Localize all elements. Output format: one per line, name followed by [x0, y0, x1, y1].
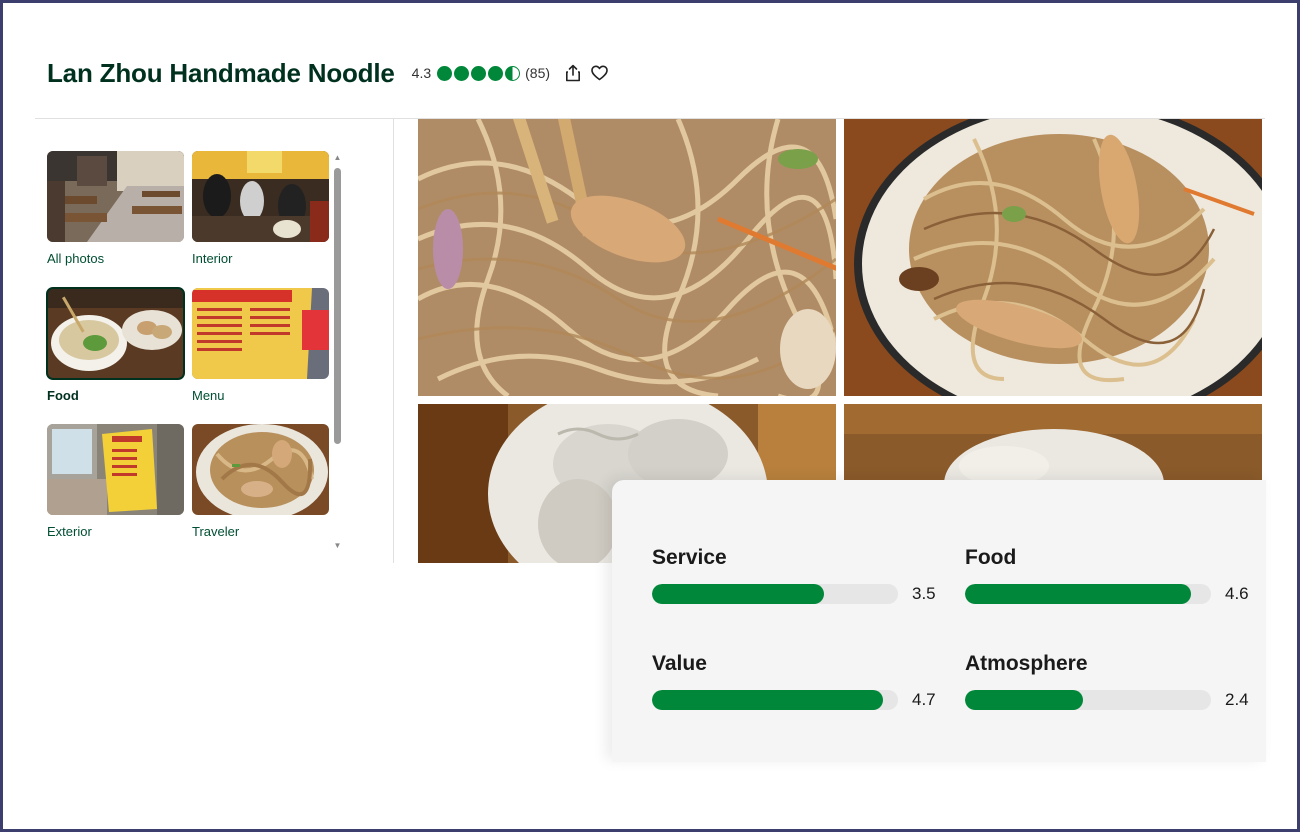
category-thumbnail [192, 424, 329, 515]
scroll-up-icon[interactable]: ▲ [333, 154, 342, 162]
ratings-summary-card: Service 3.5 Food 4.6 Value 4.7 Atmospher… [612, 480, 1266, 762]
rating-bar [965, 690, 1211, 710]
metric-label: Service [652, 546, 727, 569]
category-traveler[interactable]: Traveler [192, 424, 329, 539]
category-thumbnail [47, 151, 184, 242]
scroll-down-icon[interactable]: ▼ [333, 542, 342, 550]
review-count[interactable]: (85) [525, 65, 550, 81]
rating-metric-value: Value 4.7 [652, 652, 942, 710]
rating-bar-fill [652, 584, 825, 604]
metric-value: 4.6 [1225, 584, 1249, 603]
food-photo[interactable] [844, 404, 1262, 480]
category-food[interactable]: Food [46, 287, 185, 403]
rating-metric-atmosphere: Atmosphere 2.4 [965, 652, 1255, 710]
metric-label: Value [652, 652, 707, 675]
rating-metric-food: Food 4.6 [965, 546, 1255, 604]
rating-bar-fill [965, 584, 1192, 604]
scrollbar-thumb[interactable] [334, 168, 341, 444]
category-label: All photos [47, 251, 105, 266]
metric-label: Food [965, 546, 1017, 569]
food-photo[interactable] [418, 119, 836, 396]
half-bubble-icon [505, 65, 521, 81]
metric-value: 4.7 [912, 690, 936, 709]
category-thumbnail [46, 287, 185, 380]
bubble-icon [488, 65, 504, 81]
category-label: Traveler [192, 524, 240, 539]
category-thumbnail [192, 151, 329, 242]
rating-bar [965, 584, 1211, 604]
heart-icon[interactable] [590, 64, 608, 82]
category-label: Menu [192, 388, 225, 403]
category-scrollbar[interactable]: ▲ ▼ [333, 154, 342, 550]
category-exterior[interactable]: Exterior [47, 424, 184, 539]
bubble-icon [454, 65, 470, 81]
category-label: Food [47, 388, 79, 403]
sidebar-divider [393, 119, 394, 563]
rating-score: 4.3 [411, 65, 432, 81]
rating-bar [652, 584, 898, 604]
rating-metric-service: Service 3.5 [652, 546, 942, 604]
category-menu[interactable]: Menu [192, 288, 329, 403]
rating-bar-fill [652, 690, 884, 710]
bubble-icon [471, 65, 487, 81]
metric-value: 2.4 [1225, 690, 1249, 709]
rating-bubbles [437, 65, 521, 81]
category-label: Exterior [47, 524, 92, 539]
restaurant-header: Lan Zhou Handmade Noodle 4.3 (85) [47, 55, 608, 91]
category-label: Interior [192, 251, 233, 266]
food-photo[interactable] [844, 119, 1262, 396]
bubble-icon [437, 65, 453, 81]
share-icon[interactable] [564, 64, 582, 82]
category-interior[interactable]: Interior [192, 151, 329, 266]
category-thumbnail [192, 288, 329, 379]
metric-value: 3.5 [912, 584, 936, 603]
rating-bar [652, 690, 898, 710]
metric-label: Atmosphere [965, 652, 1088, 675]
restaurant-title: Lan Zhou Handmade Noodle [47, 57, 395, 88]
rating-bar-fill [965, 690, 1084, 710]
category-all-photos[interactable]: All photos [47, 151, 184, 266]
category-thumbnail [47, 424, 184, 515]
